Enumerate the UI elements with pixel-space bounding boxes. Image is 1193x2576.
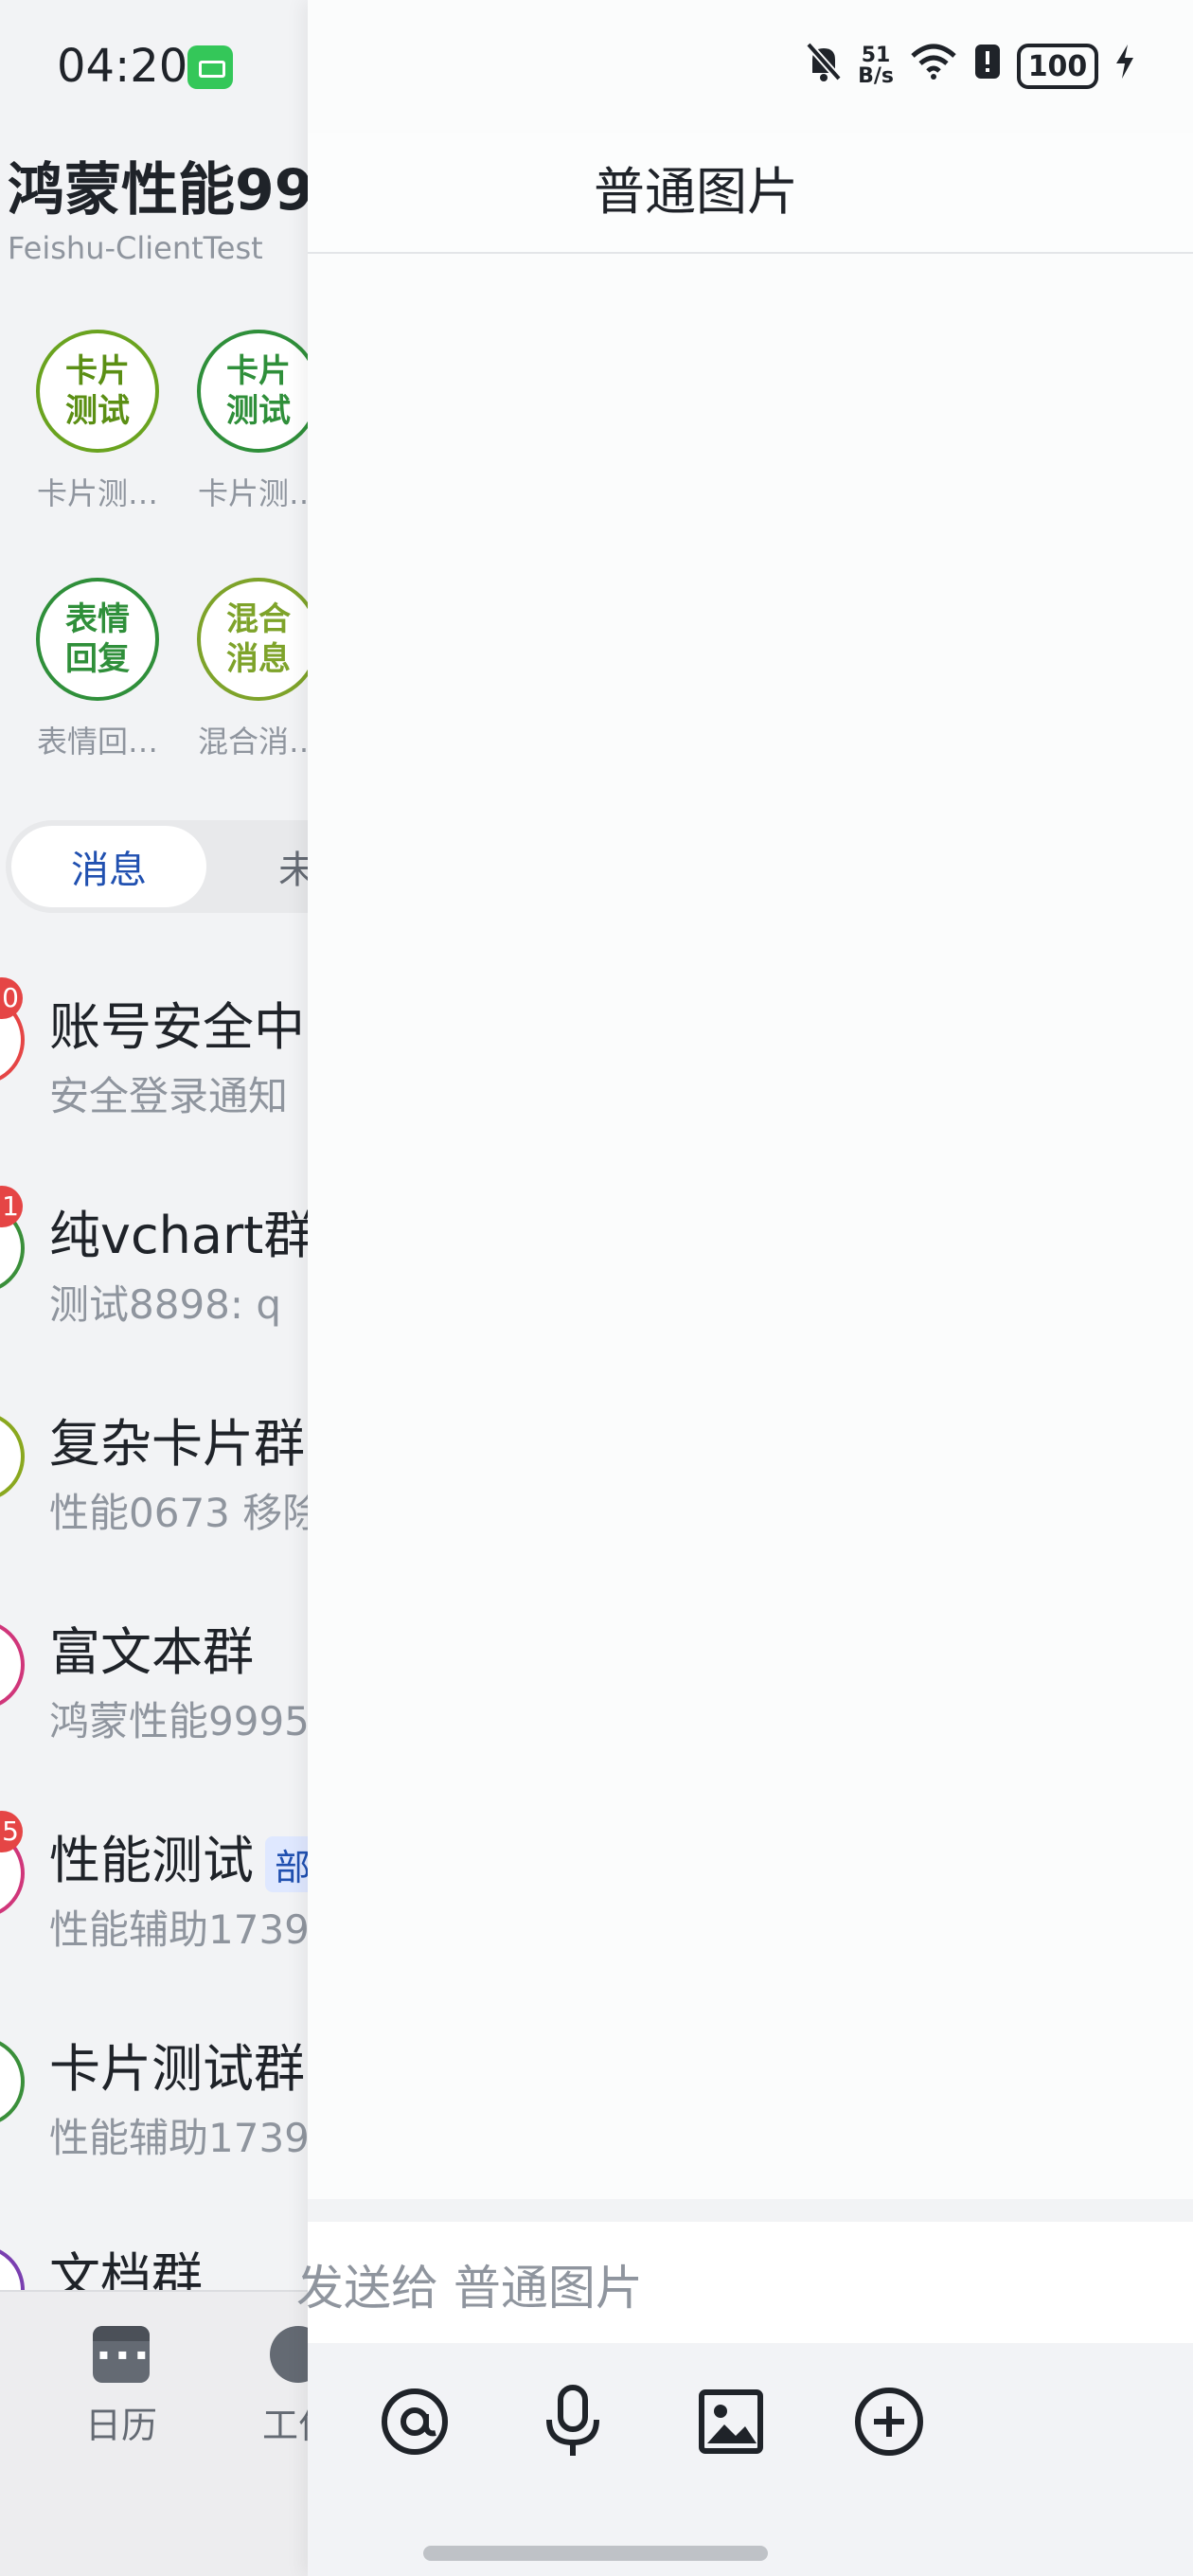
chat-list-panel: 鸿蒙性能999 Feishu-ClientTest 卡片测试 卡片测… 卡片测试… [0,0,308,2576]
wifi-icon [909,43,958,90]
message-input[interactable]: 发送给 普通图片 [296,2222,1193,2343]
status-bar: 04:20 51 B/s 100 [0,0,1193,133]
chat-name: 富文本群 [49,1622,254,1682]
alert-icon [973,43,1002,90]
chat-name: 纯vchart群 [49,1206,308,1265]
chat-preview: 鸿蒙性能9995 [49,1698,308,1744]
chat-name: 卡片测试群 [49,2039,305,2099]
message-filter-tabs: 消息 未 [6,820,308,913]
chat-list-item[interactable]: 1 纯vchart群 测试8898: q [0,1165,308,1373]
status-icons: 51 B/s 100 [805,38,1136,95]
tab-unread[interactable]: 未 [278,839,308,894]
avatar [0,1619,25,1710]
app-card-test-2[interactable]: 卡片测试 卡片测… [178,330,308,513]
app-icon: 混合消息 [197,578,308,701]
composer-divider [308,2199,1193,2222]
chat-preview: 性能0673 移除 [49,1490,308,1536]
app-label: 混合消… [197,724,308,760]
image-icon[interactable] [690,2381,772,2462]
unread-badge: 5 [0,1811,23,1852]
unread-badge: 0 [0,977,23,1019]
chat-list-item[interactable]: 卡片测试群 性能辅助1739 [0,1998,308,2207]
chat-list-item[interactable]: 复杂卡片群 性能0673 移除 [0,1373,308,1582]
nav-calendar[interactable]: 日历 [50,2326,192,2448]
chat-list-item[interactable]: 富文本群 鸿蒙性能9995 [0,1582,308,1790]
chat-window-panel: 普通图片 发送给 普通图片 [296,0,1193,2576]
message-area[interactable] [308,254,1193,2199]
workspace-subtitle: Feishu-ClientTest [8,230,263,266]
chat-list-item[interactable]: 0 账号安全中 安全登录通知 [0,957,308,1165]
app-mixed-message[interactable]: 混合消息 混合消… [178,578,308,761]
at-icon[interactable] [374,2381,455,2462]
unread-badge: 1 [0,1186,23,1227]
chat-name: 性能测试部 [49,1818,308,1893]
avatar [0,1411,25,1502]
microphone-icon[interactable] [532,2381,614,2462]
composer-toolbar [308,2343,1193,2576]
chat-list-item[interactable]: 5 性能测试部 性能辅助1739 [0,1790,308,1998]
tab-messages[interactable]: 消息 [11,826,206,907]
chat-header: 普通图片 [308,133,1193,254]
department-tag: 部 [265,1835,308,1892]
chat-name: 账号安全中 [49,997,305,1057]
app-icon: 卡片测试 [36,330,159,453]
battery-icon: 100 [1017,44,1098,89]
app-card-test-1[interactable]: 卡片测试 卡片测… [17,330,178,513]
charging-bolt-icon [1113,43,1136,90]
chat-preview: 安全登录通知 [49,1073,289,1119]
app-icon: 卡片测试 [197,330,308,453]
chat-name: 复杂卡片群 [49,1414,305,1474]
app-label: 卡片测… [36,475,158,511]
network-speed: 51 B/s [858,44,894,88]
workspace-title[interactable]: 鸿蒙性能999 [8,144,308,226]
app-emoji-reply[interactable]: 表情回复 表情回… [17,578,178,761]
chat-preview: 性能辅助1739 [49,2115,308,2161]
nav-label: 工作 [261,2405,308,2446]
chat-preview: 测试8898: q [49,1281,282,1328]
chat-title: 普通图片 [594,162,798,222]
workplace-icon [270,2326,308,2383]
app-label: 卡片测… [197,475,308,511]
app-label: 表情回… [36,724,158,760]
avatar [0,2036,25,2127]
bottom-nav: 日历 工作 [0,2290,308,2576]
chat-preview: 性能辅助1739 [49,1906,308,1953]
charging-indicator-icon [187,45,233,89]
bell-muted-icon [805,41,843,92]
calendar-icon [93,2326,150,2383]
nav-work[interactable]: 工作 [227,2326,308,2448]
app-icon: 表情回复 [36,578,159,701]
home-indicator[interactable] [423,2546,768,2561]
nav-label: 日历 [84,2405,157,2446]
plus-circle-icon[interactable] [848,2381,930,2462]
status-time: 04:20 [57,40,188,93]
message-input-placeholder: 发送给 普通图片 [296,2261,643,2316]
